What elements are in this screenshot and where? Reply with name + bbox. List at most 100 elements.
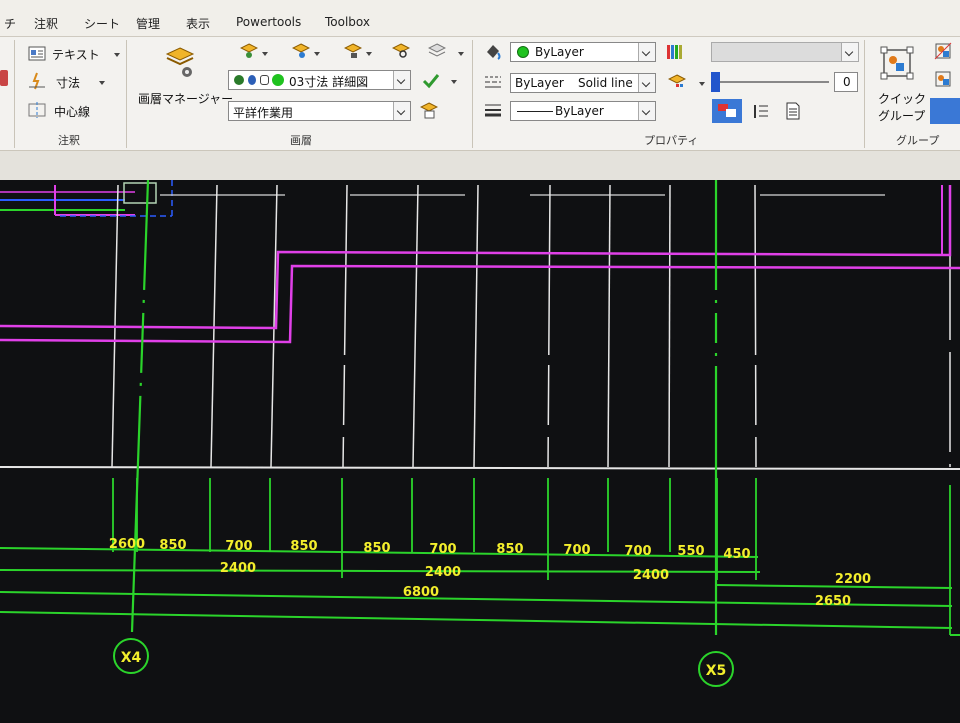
dimension-text-row2: 2400: [220, 561, 256, 576]
dimension-text-row2: 2200: [835, 572, 871, 587]
dimension-text-row1: 850: [159, 538, 186, 553]
layers-panel-title: 画層: [290, 134, 312, 147]
layer-lock-caret[interactable]: [366, 52, 372, 56]
layer-transparency-icon[interactable]: [668, 73, 686, 91]
dimension-text-row1: 850: [496, 542, 523, 557]
layer-freeze-icon: [248, 75, 256, 85]
layer-state-manager-icon[interactable]: [420, 101, 438, 119]
layer-tool-icon[interactable]: [240, 42, 258, 60]
layer-isolate-caret[interactable]: [458, 52, 464, 56]
tab-annotation[interactable]: 注釈: [34, 15, 58, 32]
layer-match-caret[interactable]: [314, 52, 320, 56]
layer-match-icon[interactable]: [292, 42, 310, 60]
list-icon[interactable]: [752, 102, 770, 120]
make-current-caret[interactable]: [451, 80, 457, 84]
centerline-button[interactable]: 中心線: [54, 103, 90, 120]
panel-separator: [126, 40, 127, 148]
ribbon-bottom-strip: [0, 151, 960, 180]
linetype-dropdown[interactable]: [638, 74, 655, 92]
current-layer-name: 03寸法 詳細図: [289, 75, 369, 89]
layer-state-combo[interactable]: 平詳作業用: [228, 101, 411, 121]
group-selection-toggle[interactable]: [930, 98, 960, 124]
dimension-text-row1: 700: [563, 543, 590, 558]
annotation-panel-title: 注釈: [58, 134, 80, 147]
color-combo[interactable]: ByLayer: [510, 42, 656, 62]
layer-color-icon: [272, 74, 284, 86]
dimension-dropdown-caret[interactable]: [99, 81, 105, 85]
partial-tool-icon[interactable]: [0, 70, 8, 86]
transparency-slider-thumb[interactable]: [711, 72, 720, 92]
quick-group-icon: [880, 46, 914, 80]
group-edit-icon[interactable]: [934, 70, 952, 88]
groups-panel-title: グループ: [896, 134, 940, 147]
current-layer-combo[interactable]: 03寸法 詳細図: [228, 70, 411, 90]
dimension-text-row2: 2400: [425, 565, 461, 580]
tab-toolbox[interactable]: Toolbox: [325, 15, 370, 29]
current-layer-dropdown[interactable]: [393, 71, 410, 89]
text-button[interactable]: テキスト: [52, 46, 100, 63]
dimension-text-row1: 2600: [109, 537, 145, 552]
dimension-icon: [29, 72, 45, 90]
layer-lock-icon[interactable]: [344, 42, 362, 60]
layer-state-dropdown[interactable]: [393, 102, 410, 120]
layer-manager-icon: [165, 47, 195, 77]
quick-group-button-line1[interactable]: クイック: [878, 90, 926, 107]
layer-state-name: 平詳作業用: [233, 106, 294, 120]
properties-sheet-icon[interactable]: [784, 102, 802, 120]
property-color-table-icon[interactable]: [712, 99, 742, 123]
tab-partial[interactable]: チ: [4, 15, 16, 32]
plot-style-dropdown[interactable]: [841, 43, 858, 61]
transparency-caret[interactable]: [699, 82, 705, 86]
tab-powertools[interactable]: Powertools: [236, 15, 301, 29]
lineweight-sample: [517, 111, 553, 112]
properties-panel-title: プロパティ: [644, 134, 699, 147]
panel-separator: [864, 40, 865, 148]
match-properties-icon[interactable]: [484, 42, 502, 60]
dimension-text-row1: 700: [624, 544, 651, 559]
dimension-text-row1: 550: [677, 544, 704, 559]
lineweight-combo[interactable]: ByLayer: [510, 101, 656, 121]
panel-separator: [472, 40, 473, 148]
layer-find-icon[interactable]: [392, 42, 410, 60]
transparency-slider-track[interactable]: [711, 81, 829, 83]
ribbon-tab-bar: チ 注釈 シート 管理 表示 Powertools Toolbox: [0, 0, 960, 37]
panel-separator: [14, 40, 15, 148]
linetype-combo[interactable]: ByLayer Solid line: [510, 73, 656, 93]
dimension-button[interactable]: 寸法: [56, 74, 80, 91]
bylayer-color-icon: [517, 46, 529, 58]
linetype-bylayer: ByLayer: [515, 76, 564, 90]
tab-sheet[interactable]: シート: [84, 15, 120, 32]
cad-drawing: 2600 850 700 850 850 700 850 700 700 550 450 2400 24…: [0, 179, 960, 719]
drawing-background: [0, 180, 960, 719]
dimension-text-row2: 2400: [633, 568, 669, 583]
dimension-text-row1: 450: [723, 547, 750, 562]
tab-manage[interactable]: 管理: [136, 15, 160, 32]
drawing-canvas[interactable]: 2600 850 700 850 850 700 850 700 700 550 450 2400 24…: [0, 179, 960, 719]
layer-isolate-icon[interactable]: [428, 42, 446, 60]
lineweight-icon: [485, 104, 501, 117]
dimension-text-row3: 6800: [403, 585, 439, 600]
ungroup-icon[interactable]: [934, 42, 952, 60]
make-current-check-icon[interactable]: [422, 72, 440, 90]
quick-group-button-line2[interactable]: グループ: [878, 107, 925, 124]
tab-view[interactable]: 表示: [186, 15, 210, 32]
linetype-icon: [485, 76, 501, 88]
lineweight-dropdown[interactable]: [638, 102, 655, 120]
layer-tool-caret[interactable]: [262, 52, 268, 56]
color-dropdown[interactable]: [638, 43, 655, 61]
text-icon: [28, 46, 46, 61]
plot-style-combo[interactable]: [711, 42, 859, 62]
ribbon: チ 注釈 シート 管理 表示 Powertools Toolbox テキスト 寸…: [0, 0, 960, 180]
layer-on-icon: [234, 75, 244, 85]
text-dropdown-caret[interactable]: [114, 53, 120, 57]
grid-label-x5: X5: [706, 663, 727, 679]
lineweight-value: ByLayer: [555, 104, 604, 118]
transparency-value: 0: [843, 75, 851, 89]
dimension-text-row1: 850: [363, 541, 390, 556]
transparency-value-box[interactable]: 0: [834, 72, 858, 92]
linetype-name: Solid line: [578, 76, 633, 90]
dimension-text-row3: 2650: [815, 594, 851, 609]
layer-lock-state-icon: [260, 75, 269, 85]
layer-manager-button[interactable]: 画層マネージャー: [138, 90, 233, 107]
color-books-icon[interactable]: [666, 43, 684, 61]
